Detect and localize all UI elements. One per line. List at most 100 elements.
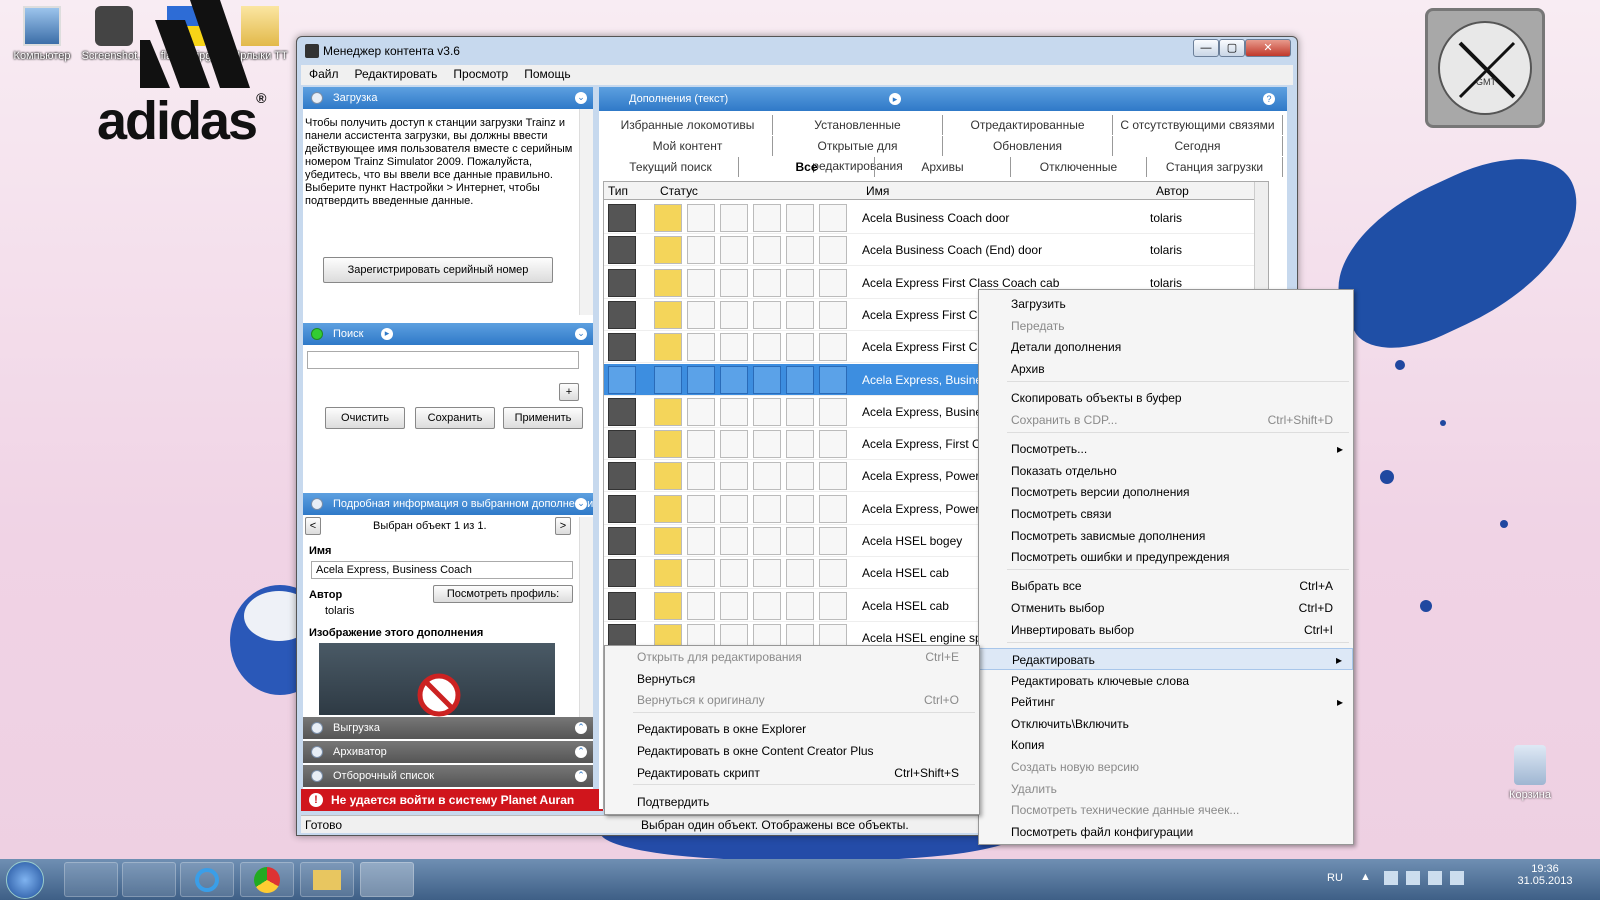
device-icon[interactable]: [1406, 871, 1420, 885]
picklist-panel-header[interactable]: Отборочный список ⌃: [303, 765, 593, 787]
taskbar-explorer-icon[interactable]: [300, 862, 354, 897]
search-panel-header[interactable]: Поиск ▸ ⌄: [303, 323, 593, 345]
clock-gadget[interactable]: GMT: [1425, 8, 1545, 128]
tab-missing-deps[interactable]: С отсутствующими связями: [1113, 115, 1283, 135]
taskbar-chrome-icon[interactable]: [240, 862, 294, 897]
taskbar-content-manager[interactable]: [360, 862, 414, 897]
volume-icon[interactable]: [1450, 871, 1464, 885]
expand-icon[interactable]: ⌃: [575, 722, 587, 734]
context-menu-item[interactable]: Посмотреть версии дополнения: [979, 481, 1353, 503]
submenu-item[interactable]: Подтвердить: [605, 791, 979, 813]
context-menu-item[interactable]: Редактировать ▸: [979, 648, 1353, 670]
column-author[interactable]: Автор: [1156, 184, 1189, 198]
clock-label: GMT: [1476, 77, 1496, 87]
search-input[interactable]: [307, 351, 579, 369]
play-icon[interactable]: ▸: [889, 93, 901, 105]
submenu-item[interactable]: Редактировать в окне Explorer: [605, 718, 979, 740]
desktop-icon-recycle-bin[interactable]: Корзина: [1500, 745, 1560, 801]
context-menu-item[interactable]: Инвертировать выбор Ctrl+I: [979, 619, 1353, 641]
name-field[interactable]: Acela Express, Business Coach: [311, 561, 573, 579]
tab-today[interactable]: Сегодня: [1113, 136, 1283, 156]
installed-icon: [654, 365, 682, 394]
download-panel-header[interactable]: Загрузка ⌄: [303, 87, 593, 109]
taskbar-calculator-app[interactable]: [122, 862, 176, 897]
network-icon[interactable]: [1384, 871, 1398, 885]
tab-disabled[interactable]: Отключенные: [1011, 157, 1147, 177]
next-item-button[interactable]: >: [555, 517, 571, 535]
taskbar-keyboard-app[interactable]: [64, 862, 118, 897]
menu-edit[interactable]: Редактировать: [347, 65, 446, 85]
tray-expand-icon[interactable]: ▲: [1360, 871, 1371, 883]
play-icon[interactable]: ▸: [381, 328, 393, 340]
context-menu-item[interactable]: Посмотреть ошибки и предупреждения: [979, 546, 1353, 568]
warning-triangle-icon: [720, 333, 748, 362]
tab-favorite-locos[interactable]: Избранные локомотивы: [603, 115, 773, 135]
apply-button[interactable]: Применить: [503, 407, 583, 429]
context-menu-item[interactable]: Отключить\Включить: [979, 713, 1353, 735]
save-button[interactable]: Сохранить: [415, 407, 495, 429]
column-status[interactable]: Статус: [660, 184, 698, 198]
clear-button[interactable]: Очистить: [325, 407, 405, 429]
tools-icon: [753, 397, 781, 426]
taskbar-ie-icon[interactable]: [180, 862, 234, 897]
upload-panel-header[interactable]: Выгрузка ⌃: [303, 717, 593, 739]
table-row[interactable]: Acela Business Coach (End) door tolaris: [604, 234, 1254, 267]
context-menu-item[interactable]: Показать отдельно: [979, 460, 1353, 482]
expand-icon[interactable]: ⌃: [575, 770, 587, 782]
tab-installed[interactable]: Установленные: [773, 115, 943, 135]
add-search-button[interactable]: +: [559, 383, 579, 401]
menu-file[interactable]: Файл: [301, 65, 347, 85]
context-menu-item[interactable]: Посмотреть связи: [979, 503, 1353, 525]
register-serial-button[interactable]: Зарегистрировать серийный номер: [323, 257, 553, 283]
collapse-icon[interactable]: ⌄: [575, 498, 587, 510]
collapse-icon[interactable]: ⌄: [575, 92, 587, 104]
collapse-icon[interactable]: ⌄: [575, 328, 587, 340]
context-menu-item[interactable]: Рейтинг ▸: [979, 691, 1353, 713]
context-menu-item[interactable]: Выбрать все Ctrl+A: [979, 575, 1353, 597]
menu-view[interactable]: Просмотр: [445, 65, 516, 85]
context-menu-item[interactable]: Загрузить: [979, 293, 1353, 315]
minimize-button[interactable]: —: [1193, 39, 1219, 57]
column-name[interactable]: Имя: [866, 184, 889, 198]
tab-my-content[interactable]: Мой контент: [603, 136, 773, 156]
tab-edited[interactable]: Отредактированные: [943, 115, 1113, 135]
context-menu-item[interactable]: Редактировать ключевые слова: [979, 670, 1353, 692]
monitor-icon[interactable]: [1428, 871, 1442, 885]
content-panel-header[interactable]: Дополнения (текст) ▸ ?: [599, 87, 1287, 111]
context-menu-item[interactable]: Архив: [979, 358, 1353, 380]
table-row[interactable]: Acela Business Coach door tolaris: [604, 202, 1254, 234]
maximize-button[interactable]: ▢: [1219, 39, 1245, 57]
tab-current-search[interactable]: Текущий поиск: [603, 157, 739, 177]
language-indicator[interactable]: RU: [1327, 872, 1343, 884]
submenu-item[interactable]: Редактировать скрипт Ctrl+Shift+S: [605, 762, 979, 784]
help-icon[interactable]: ?: [1263, 93, 1275, 105]
archiver-panel-header[interactable]: Архиватор ⌃: [303, 741, 593, 763]
tray-clock[interactable]: 19:36 31.05.2013: [1510, 863, 1580, 887]
tab-all[interactable]: Все: [739, 157, 875, 177]
context-menu-item[interactable]: Посмотреть... ▸: [979, 438, 1353, 460]
tab-updates[interactable]: Обновления: [943, 136, 1113, 156]
context-menu-item[interactable]: Копия: [979, 734, 1353, 756]
submenu-item[interactable]: Вернуться: [605, 668, 979, 690]
context-menu-item[interactable]: Детали дополнения: [979, 336, 1353, 358]
context-menu-item[interactable]: Посмотреть файл конфигурации: [979, 821, 1353, 843]
context-menu-item[interactable]: Посмотреть зависмые дополнения: [979, 525, 1353, 547]
submenu-item[interactable]: Редактировать в окне Content Creator Plu…: [605, 740, 979, 762]
context-menu-item[interactable]: Скопировать объекты в буфер: [979, 387, 1353, 409]
context-menu-item[interactable]: Отменить выбор Ctrl+D: [979, 597, 1353, 619]
download-panel-scrollbar[interactable]: [579, 109, 593, 315]
start-button[interactable]: [6, 861, 44, 899]
column-type[interactable]: Тип: [608, 184, 628, 198]
menu-help[interactable]: Помощь: [516, 65, 578, 85]
tab-archives[interactable]: Архивы: [875, 157, 1011, 177]
details-scrollbar[interactable]: [579, 517, 593, 717]
title-bar[interactable]: Менеджер контента v3.6 — ▢ ✕: [297, 37, 1297, 65]
details-panel-header[interactable]: Подробная информация о выбранном дополне…: [303, 493, 593, 515]
tab-open-for-edit[interactable]: Открытые для редактирования: [773, 136, 943, 173]
tab-download-station[interactable]: Станция загрузки: [1147, 157, 1283, 177]
close-button[interactable]: ✕: [1245, 39, 1291, 57]
prev-item-button[interactable]: <: [305, 517, 321, 535]
ie-icon: [195, 868, 219, 892]
view-profile-button[interactable]: Посмотреть профиль:: [433, 585, 573, 603]
expand-icon[interactable]: ⌃: [575, 746, 587, 758]
